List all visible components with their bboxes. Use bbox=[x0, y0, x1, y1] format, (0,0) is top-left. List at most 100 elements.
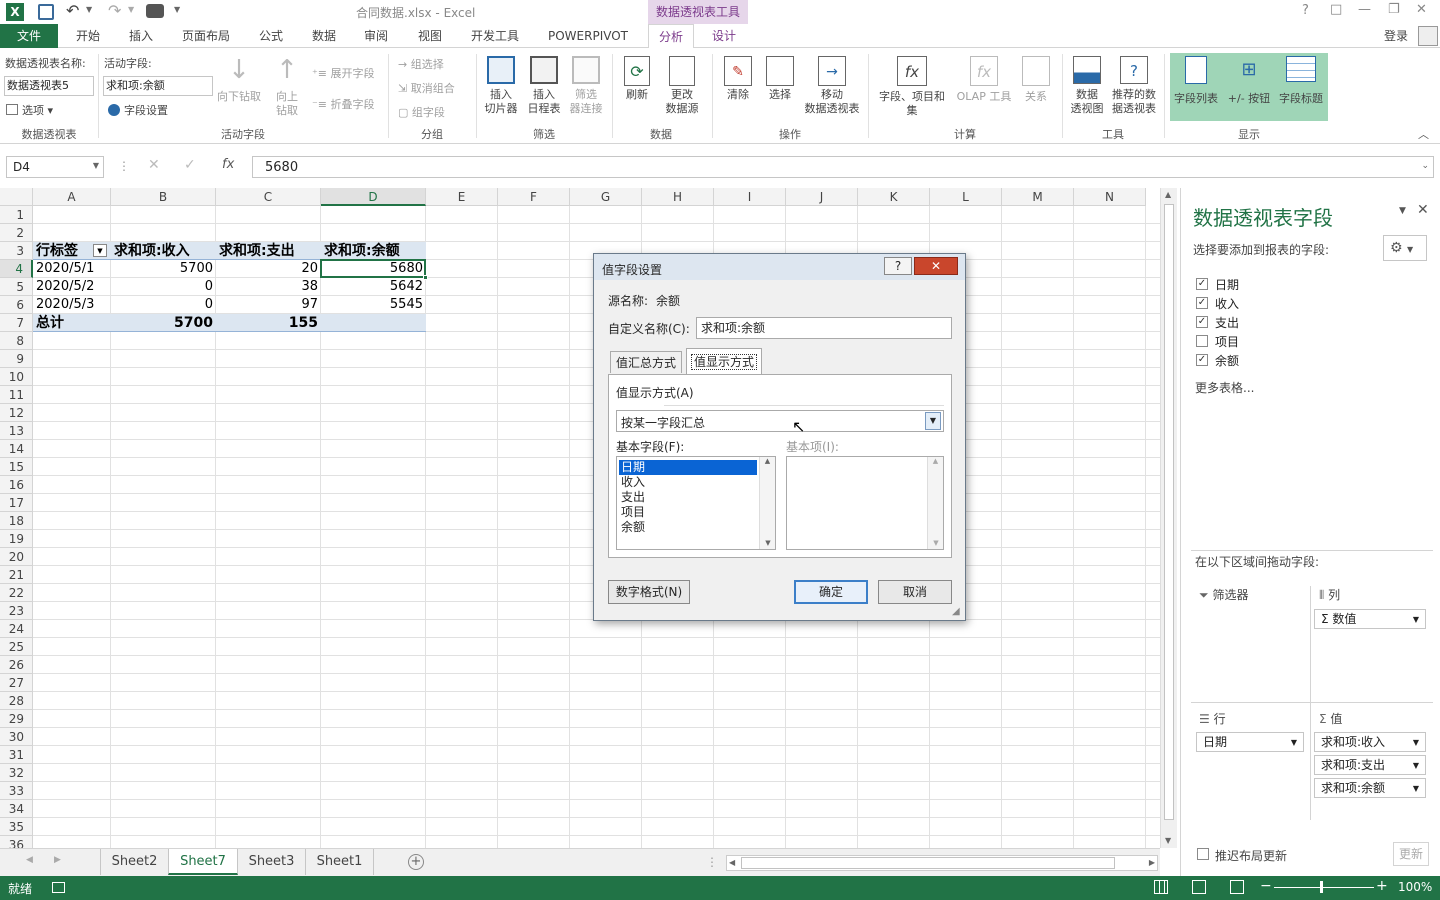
user-avatar-icon[interactable] bbox=[1418, 26, 1438, 46]
pivot-data-cell[interactable]: 5545 bbox=[321, 296, 426, 314]
pivot-data-cell[interactable]: 97 bbox=[216, 296, 321, 314]
expand-field-button[interactable]: ⁺≡ 展开字段 bbox=[312, 65, 375, 81]
values-field-balance[interactable]: 求和项:余额 ▼ bbox=[1314, 778, 1426, 798]
field-settings-button[interactable]: 字段设置 bbox=[108, 102, 168, 118]
pivot-total-cell[interactable]: 总计 bbox=[33, 314, 111, 332]
scroll-left-icon[interactable]: ◀ bbox=[729, 858, 735, 867]
scroll-up-icon[interactable]: ▲ bbox=[760, 457, 775, 465]
pivot-header-cell[interactable]: 行标签 ▼ bbox=[33, 242, 111, 260]
relationships-button[interactable]: 关系 bbox=[1016, 56, 1056, 104]
page-break-view-icon[interactable] bbox=[1230, 880, 1244, 894]
tab-data[interactable]: 数据 bbox=[302, 24, 346, 48]
camera-icon[interactable] bbox=[146, 4, 164, 18]
custom-name-input[interactable]: 求和项:余额 bbox=[696, 317, 952, 339]
insert-slicer-button[interactable]: 插入 切片器 bbox=[480, 56, 522, 116]
tab-formulas[interactable]: 公式 bbox=[250, 24, 292, 48]
column-header[interactable]: B bbox=[111, 188, 216, 206]
column-header[interactable]: I bbox=[714, 188, 786, 206]
drill-up-button[interactable]: ↑ 向上钻取 bbox=[266, 56, 308, 118]
pivot-data-cell[interactable]: 5642 bbox=[321, 278, 426, 296]
column-header[interactable]: K bbox=[858, 188, 930, 206]
olap-tools-button[interactable]: fx OLAP 工具 bbox=[952, 56, 1016, 104]
list-item-selected[interactable]: 日期 bbox=[619, 460, 757, 475]
tab-file[interactable]: 文件 bbox=[0, 24, 58, 48]
row-header[interactable]: 9 bbox=[0, 350, 33, 368]
tools-gear-button[interactable]: ⚙ ▼ bbox=[1383, 235, 1427, 261]
tab-page-layout[interactable]: 页面布局 bbox=[174, 24, 238, 48]
tab-show-values-as[interactable]: 值显示方式 bbox=[686, 348, 762, 374]
zoom-in-icon[interactable]: + bbox=[1376, 878, 1388, 894]
options-button[interactable]: 选项 ▾ bbox=[6, 102, 53, 118]
row-header[interactable]: 27 bbox=[0, 674, 33, 692]
field-checkbox[interactable]: ✓ bbox=[1196, 297, 1208, 309]
undo-icon[interactable]: ↶ bbox=[66, 1, 79, 20]
scroll-up-icon[interactable]: ▲ bbox=[1165, 190, 1171, 199]
ribbon-display-button[interactable]: □ bbox=[1330, 2, 1342, 17]
list-item[interactable]: 余额 bbox=[621, 520, 645, 535]
field-name[interactable]: 日期 bbox=[1215, 276, 1239, 293]
formula-input[interactable]: 5680 ⌄ bbox=[252, 156, 1434, 178]
collapse-ribbon-icon[interactable]: ︿ bbox=[1418, 126, 1429, 142]
defer-layout-checkbox[interactable] bbox=[1197, 848, 1209, 860]
save-icon[interactable] bbox=[38, 4, 54, 20]
row-header[interactable]: 11 bbox=[0, 386, 33, 404]
row-header[interactable]: 20 bbox=[0, 548, 33, 566]
pivot-total-cell[interactable]: 5700 bbox=[111, 314, 216, 332]
name-box-dropdown-icon[interactable]: ▼ bbox=[93, 161, 99, 170]
tab-summarize-by[interactable]: 值汇总方式 bbox=[610, 351, 682, 373]
scroll-thumb[interactable] bbox=[1164, 204, 1174, 820]
field-headers-button[interactable]: 字段标题 bbox=[1274, 56, 1328, 106]
list-item[interactable]: 支出 bbox=[621, 490, 645, 505]
panel-options-dropdown-icon[interactable]: ▼ bbox=[1399, 206, 1406, 216]
row-header[interactable]: 14 bbox=[0, 440, 33, 458]
sheet-tab[interactable]: Sheet2 bbox=[100, 849, 168, 875]
tab-analyze[interactable]: 分析 bbox=[648, 24, 694, 49]
move-pivot-button[interactable]: → 移动 数据透视表 bbox=[800, 56, 864, 116]
pivot-data-cell[interactable]: 2020/5/3 bbox=[33, 296, 111, 314]
base-field-list[interactable]: 日期 收入 支出 项目 余额 ▲ ▼ bbox=[616, 456, 776, 550]
row-header[interactable]: 6 bbox=[0, 296, 33, 314]
list-item[interactable]: 收入 bbox=[621, 475, 645, 490]
row-header[interactable]: 28 bbox=[0, 692, 33, 710]
select-all-corner[interactable] bbox=[0, 188, 33, 206]
column-header[interactable]: J bbox=[786, 188, 858, 206]
page-layout-view-icon[interactable] bbox=[1192, 880, 1206, 894]
tab-home[interactable]: 开始 bbox=[64, 24, 112, 48]
pivot-data-cell[interactable]: 5680 bbox=[321, 260, 426, 278]
recommended-pivot-button[interactable]: ? 推荐的数 据透视表 bbox=[1108, 56, 1160, 116]
field-list-button[interactable]: 字段列表 bbox=[1170, 56, 1222, 106]
name-box[interactable]: D4 ▼ bbox=[6, 156, 104, 178]
vertical-scrollbar[interactable]: ▲ ▼ bbox=[1160, 188, 1177, 848]
column-header[interactable]: G bbox=[570, 188, 642, 206]
pivot-data-cell[interactable]: 20 bbox=[216, 260, 321, 278]
clear-button[interactable]: ✎ 清除 bbox=[718, 56, 758, 102]
update-button[interactable]: 更新 bbox=[1393, 842, 1429, 866]
add-sheet-icon[interactable]: + bbox=[408, 854, 424, 870]
field-checkbox[interactable] bbox=[1196, 335, 1208, 347]
cancel-entry-icon[interactable]: ✕ bbox=[148, 157, 160, 173]
row-header[interactable]: 4 bbox=[0, 260, 33, 278]
pivot-data-cell[interactable]: 38 bbox=[216, 278, 321, 296]
row-header[interactable]: 26 bbox=[0, 656, 33, 674]
restore-button[interactable]: ❐ bbox=[1388, 2, 1400, 17]
change-source-button[interactable]: 更改 数据源 bbox=[656, 56, 708, 116]
row-header[interactable]: 12 bbox=[0, 404, 33, 422]
row-header[interactable]: 21 bbox=[0, 566, 33, 584]
sheet-tab[interactable]: Sheet3 bbox=[238, 849, 306, 875]
dialog-close-button[interactable]: ✕ bbox=[914, 257, 958, 275]
pivot-total-cell[interactable]: 155 bbox=[216, 314, 321, 332]
insert-function-icon[interactable]: fx bbox=[222, 157, 234, 172]
refresh-button[interactable]: ⟳ 刷新 bbox=[616, 56, 658, 102]
normal-view-icon[interactable] bbox=[1154, 880, 1168, 894]
row-header[interactable]: 13 bbox=[0, 422, 33, 440]
field-checkbox[interactable]: ✓ bbox=[1196, 278, 1208, 290]
column-header[interactable]: C bbox=[216, 188, 321, 206]
prev-sheet-icon[interactable]: ◀ bbox=[26, 855, 33, 865]
pivot-header-cell[interactable]: 求和项:余额 bbox=[321, 242, 426, 260]
row-header[interactable]: 19 bbox=[0, 530, 33, 548]
more-tables-link[interactable]: 更多表格... bbox=[1195, 379, 1254, 396]
pivot-data-cell[interactable]: 0 bbox=[111, 278, 216, 296]
ok-button[interactable]: 确定 bbox=[794, 580, 868, 604]
panel-close-icon[interactable]: ✕ bbox=[1417, 202, 1429, 218]
row-header[interactable]: 35 bbox=[0, 818, 33, 836]
